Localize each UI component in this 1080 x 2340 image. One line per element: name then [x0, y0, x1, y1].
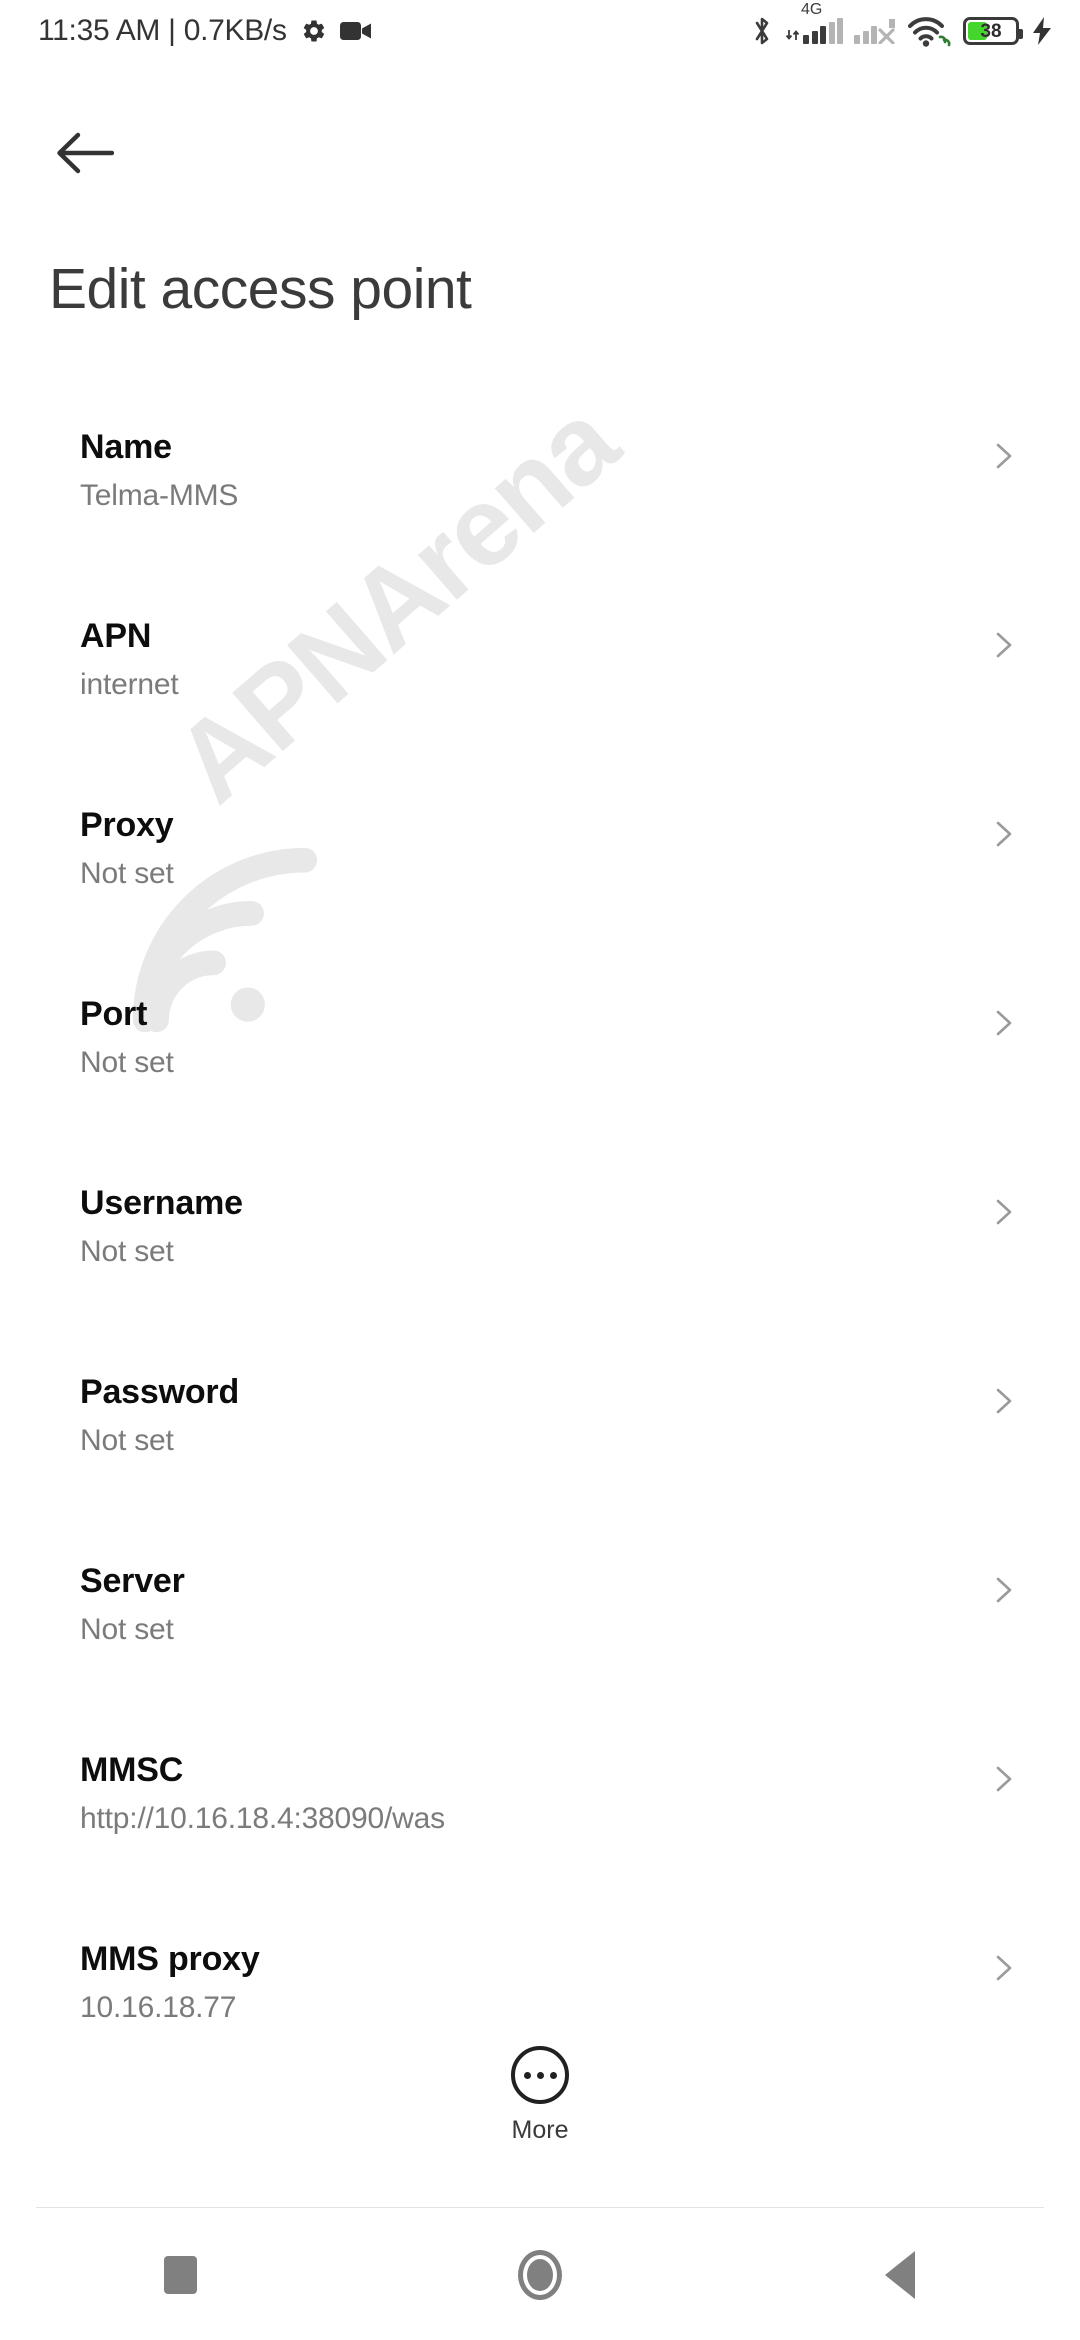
- list-item-password[interactable]: Password Not set: [0, 1359, 1080, 1548]
- signal-bars-sim2: [854, 18, 877, 44]
- list-item-name[interactable]: Name Telma-MMS: [0, 414, 1080, 603]
- chevron-right-icon: [996, 632, 1012, 658]
- list-item-mmsc[interactable]: MMSC http://10.16.18.4:38090/was: [0, 1737, 1080, 1926]
- square-recents-icon: [163, 2255, 197, 2294]
- list-item-value: Telma-MMS: [80, 479, 239, 512]
- list-item-proxy[interactable]: Proxy Not set: [0, 792, 1080, 981]
- chevron-right-icon: [996, 1388, 1012, 1414]
- list-item-title: MMSC: [80, 1751, 184, 1789]
- phone-screen: APNArena 11:35 AM | 0.7KB/s 4G 38 Edit a…: [0, 0, 1080, 2340]
- back-button[interactable]: [42, 110, 128, 196]
- nav-back-button[interactable]: [720, 2250, 1080, 2299]
- more-dot: [549, 2071, 557, 2079]
- access-point-fields-list: Name Telma-MMS APN internet Proxy Not se…: [0, 414, 1080, 2115]
- battery-percent-label: 38: [980, 20, 1002, 42]
- list-item-value: Not set: [80, 1613, 174, 1646]
- chevron-right-icon: [996, 1766, 1012, 1792]
- bluetooth-icon: [755, 17, 769, 45]
- list-item-title: Username: [80, 1184, 243, 1222]
- bottom-divider: [36, 2207, 1044, 2208]
- nav-recents-button[interactable]: [0, 2255, 360, 2294]
- more-dot: [523, 2071, 531, 2079]
- status-bar-left: 11:35 AM | 0.7KB/s: [38, 14, 372, 48]
- triangle-back-icon: [885, 2250, 915, 2299]
- list-item-username[interactable]: Username Not set: [0, 1170, 1080, 1359]
- android-navigation-bar: [0, 2209, 1080, 2340]
- chevron-right-icon: [996, 1199, 1012, 1225]
- list-item-value: Not set: [80, 857, 174, 890]
- arrow-left-icon: [57, 132, 114, 174]
- list-item-value: 10.16.18.77: [80, 1991, 237, 2024]
- list-item-title: Name: [80, 428, 172, 466]
- list-item-port[interactable]: Port Not set: [0, 981, 1080, 1170]
- page-title: Edit access point: [49, 257, 472, 321]
- video-camera-icon: [339, 22, 371, 40]
- list-item-title: APN: [80, 617, 152, 655]
- chevron-right-icon: [996, 821, 1012, 847]
- wifi-link-icon: [908, 17, 951, 47]
- list-item-title: Server: [80, 1562, 185, 1600]
- charging-bolt-icon: [1033, 17, 1051, 45]
- battery-icon: 38: [963, 17, 1023, 45]
- list-item-value: Not set: [80, 1046, 174, 1079]
- more-dots-circle-icon: [511, 2046, 569, 2104]
- signal-bars-sim1: [803, 18, 843, 44]
- list-item-title: MMS proxy: [80, 1940, 260, 1978]
- status-bar: 11:35 AM | 0.7KB/s 4G 38: [0, 0, 1080, 62]
- list-item-server[interactable]: Server Not set: [0, 1548, 1080, 1737]
- more-label: More: [511, 2116, 569, 2144]
- signal-4g-icon: 4G: [785, 2, 843, 44]
- sim-x-icon: [878, 19, 895, 44]
- status-left-icon-group: [301, 18, 372, 44]
- chevron-right-icon: [996, 443, 1012, 469]
- more-dot: [536, 2071, 544, 2079]
- circle-home-icon: [518, 2249, 562, 2300]
- network-type-label: 4G: [801, 1, 823, 18]
- signal-sim2-off-icon: [854, 18, 897, 44]
- gear-icon: [303, 20, 324, 42]
- list-item-title: Password: [80, 1373, 240, 1411]
- nav-home-button[interactable]: [360, 2249, 720, 2300]
- list-item-value: Not set: [80, 1235, 174, 1268]
- chevron-right-icon: [996, 1577, 1012, 1603]
- list-item-value: internet: [80, 668, 179, 701]
- chevron-right-icon: [996, 1955, 1012, 1981]
- list-item-title: Port: [80, 995, 148, 1033]
- list-item-value: http://10.16.18.4:38090/was: [80, 1802, 445, 1835]
- status-bar-right: 4G 38: [750, 2, 1054, 47]
- more-button[interactable]: More: [0, 2046, 1080, 2145]
- data-transfer-arrows-icon: [785, 30, 800, 40]
- list-item-apn[interactable]: APN internet: [0, 603, 1080, 792]
- chevron-right-icon: [996, 1010, 1012, 1036]
- list-item-value: Not set: [80, 1424, 174, 1457]
- list-item-title: Proxy: [80, 806, 174, 844]
- status-clock: 11:35 AM | 0.7KB/s: [38, 14, 287, 47]
